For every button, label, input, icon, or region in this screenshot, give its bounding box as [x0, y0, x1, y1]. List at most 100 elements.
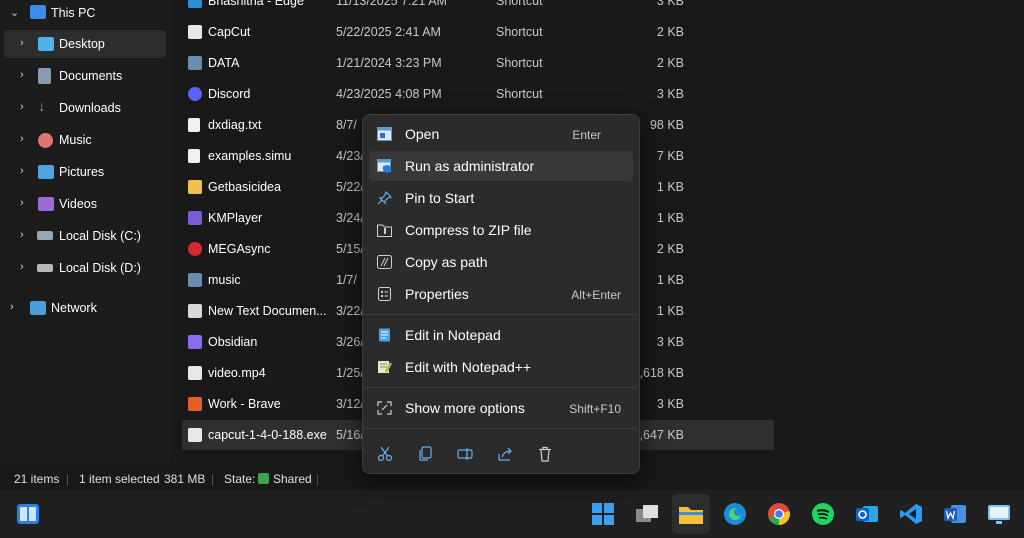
- file-name: Work - Brave: [208, 397, 281, 411]
- menu-item-run-as-administrator[interactable]: Run as administrator: [369, 151, 633, 181]
- open-icon: [377, 127, 392, 141]
- nav-item-local-disk-c[interactable]: › Local Disk (C:): [0, 222, 166, 250]
- file-name: Obsidian: [208, 335, 258, 349]
- file-row[interactable]: DATA 1/21/2024 3:23 PM Shortcut 2 KB: [182, 48, 774, 78]
- brave-icon: [188, 397, 202, 411]
- selection-size: 381 MB: [164, 472, 206, 486]
- file-date: 11/13/2025 7:21 AM: [336, 0, 447, 8]
- nav-item-documents[interactable]: › Documents: [0, 62, 166, 90]
- drive-icon: [37, 264, 53, 272]
- chevron-down-icon[interactable]: ⌄: [10, 6, 19, 19]
- chevron-right-icon[interactable]: ›: [10, 301, 14, 313]
- file-name: New Text Documen...: [208, 304, 327, 318]
- file-row[interactable]: Bhashitha - Edge 11/13/2025 7:21 AM Shor…: [182, 0, 774, 16]
- chevron-right-icon[interactable]: ›: [20, 133, 24, 145]
- file-name: Bhashitha - Edge: [208, 0, 304, 8]
- remote-desktop-icon[interactable]: [985, 500, 1013, 528]
- discord-icon: [188, 87, 202, 101]
- menu-item-properties[interactable]: Properties Alt+Enter: [369, 279, 633, 309]
- properties-icon: [377, 287, 392, 301]
- file-size: 2 KB: [656, 56, 684, 70]
- file-date: 5/16/: [336, 428, 364, 442]
- chevron-right-icon[interactable]: ›: [20, 101, 24, 113]
- path-icon: [377, 255, 392, 269]
- notepad-plus-plus-icon: [377, 360, 393, 374]
- widgets-icon[interactable]: [14, 500, 42, 528]
- file-icon: [188, 149, 200, 163]
- file-row[interactable]: Discord 4/23/2025 4:08 PM Shortcut 3 KB: [182, 79, 774, 109]
- menu-divider: [363, 387, 637, 388]
- menu-item-edit-with-notepad-plus-plus[interactable]: Edit with Notepad++: [369, 352, 633, 382]
- status-divider: |: [316, 472, 320, 486]
- admin-shield-icon: [377, 159, 392, 173]
- nav-label: This PC: [51, 6, 96, 20]
- nav-item-this-pc[interactable]: ⌄ This PC: [0, 0, 166, 28]
- more-options-icon: [377, 401, 392, 415]
- file-date: 5/15/: [336, 242, 364, 256]
- menu-item-show-more-options[interactable]: Show more options Shift+F10: [369, 393, 633, 423]
- vscode-icon[interactable]: [897, 500, 925, 528]
- nav-item-desktop[interactable]: › Desktop: [4, 30, 166, 58]
- chevron-right-icon[interactable]: ›: [20, 165, 24, 177]
- menu-label: Copy as path: [405, 254, 488, 270]
- menu-item-edit-in-notepad[interactable]: Edit in Notepad: [369, 320, 633, 350]
- word-icon[interactable]: [941, 500, 969, 528]
- menu-shortcut: Enter: [572, 128, 601, 142]
- chevron-right-icon[interactable]: ›: [20, 229, 24, 241]
- file-size: 3 KB: [656, 397, 684, 411]
- documents-icon: [38, 68, 51, 84]
- file-size: 3 KB: [656, 335, 684, 349]
- rename-icon[interactable]: [453, 442, 477, 466]
- file-name: KMPlayer: [208, 211, 263, 225]
- capcut-installer-icon: [188, 428, 202, 442]
- nav-item-music[interactable]: › Music: [0, 126, 166, 154]
- desktop-icon: [38, 37, 54, 51]
- obsidian-icon: [188, 335, 202, 349]
- menu-label: Run as administrator: [405, 158, 535, 174]
- menu-label: Edit in Notepad: [405, 327, 501, 343]
- file-name: music: [208, 273, 241, 287]
- file-name: DATA: [208, 56, 240, 70]
- menu-item-pin-to-start[interactable]: Pin to Start: [369, 183, 633, 213]
- chrome-icon[interactable]: [765, 500, 793, 528]
- file-size: 2 KB: [656, 242, 684, 256]
- menu-item-open[interactable]: Open Enter: [369, 119, 633, 149]
- start-icon[interactable]: [589, 500, 617, 528]
- menu-label: Open: [405, 126, 440, 142]
- copy-icon[interactable]: [413, 442, 437, 466]
- nav-label: Videos: [59, 197, 97, 211]
- outlook-icon[interactable]: [853, 500, 881, 528]
- share-icon[interactable]: [493, 442, 517, 466]
- cut-icon[interactable]: [373, 442, 397, 466]
- file-row[interactable]: CapCut 5/22/2025 2:41 AM Shortcut 2 KB: [182, 17, 774, 47]
- menu-divider: [363, 428, 637, 429]
- chevron-right-icon[interactable]: ›: [20, 261, 24, 273]
- nav-item-network[interactable]: › Network: [0, 294, 166, 322]
- nav-label: Music: [59, 133, 92, 147]
- menu-item-copy-as-path[interactable]: Copy as path: [369, 247, 633, 277]
- nav-label: Pictures: [59, 165, 105, 179]
- delete-icon[interactable]: [533, 442, 557, 466]
- task-view-icon[interactable]: [633, 500, 661, 528]
- folder-icon: [188, 180, 202, 194]
- chevron-right-icon[interactable]: ›: [20, 197, 24, 209]
- state-value: Shared: [273, 472, 312, 486]
- nav-item-pictures[interactable]: › Pictures: [0, 158, 166, 186]
- megasync-icon: [188, 242, 202, 256]
- chevron-right-icon[interactable]: ›: [20, 69, 24, 81]
- file-size: 2 KB: [656, 25, 684, 39]
- nav-item-downloads[interactable]: › ↓ Downloads: [0, 94, 166, 122]
- chevron-right-icon[interactable]: ›: [20, 37, 24, 49]
- file-date: 3/22/: [336, 304, 364, 318]
- file-name: MEGAsync: [208, 242, 271, 256]
- spotify-icon[interactable]: [809, 500, 837, 528]
- menu-label: Edit with Notepad++: [405, 359, 532, 375]
- network-icon: [30, 301, 46, 315]
- edge-icon[interactable]: [721, 500, 749, 528]
- file-explorer-icon[interactable]: [672, 494, 710, 534]
- menu-item-compress-to-zip[interactable]: Compress to ZIP file: [369, 215, 633, 245]
- nav-item-local-disk-d[interactable]: › Local Disk (D:): [0, 254, 166, 282]
- nav-item-videos[interactable]: › Videos: [0, 190, 166, 218]
- file-type: Shortcut: [496, 87, 543, 101]
- selection-count: 1 item selected: [79, 472, 160, 486]
